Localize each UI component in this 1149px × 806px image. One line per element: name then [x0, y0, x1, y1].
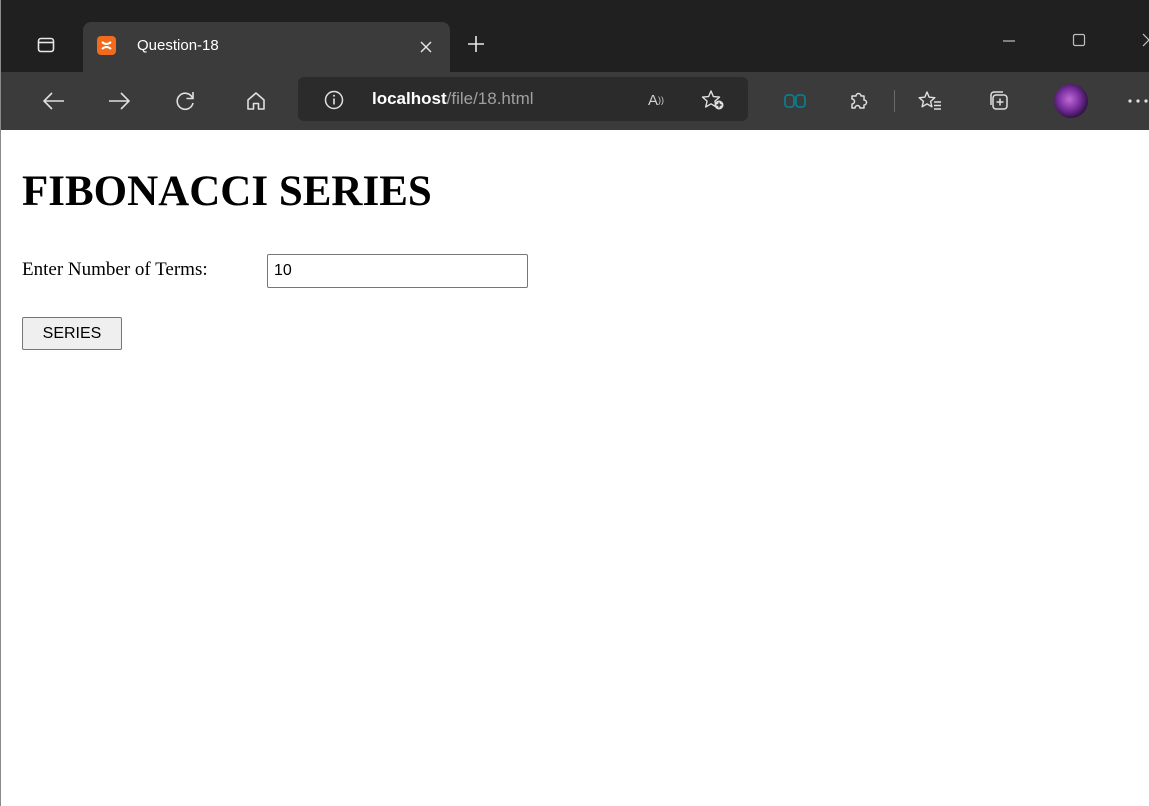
immersive-reader-icon[interactable]: [780, 86, 810, 116]
plus-icon: [468, 36, 484, 52]
title-bar: Question-18: [1, 0, 1149, 72]
more-options-icon[interactable]: [1123, 86, 1149, 116]
page-heading: FIBONACCI SERIES: [22, 168, 432, 215]
browser-tab[interactable]: Question-18: [83, 22, 450, 72]
series-button[interactable]: SERIES: [22, 317, 122, 350]
forward-arrow-icon: [109, 92, 130, 110]
tab-close-button[interactable]: [413, 34, 439, 60]
add-favorite-icon[interactable]: [698, 87, 728, 113]
tab-actions-icon: [37, 37, 55, 53]
tab-actions-button[interactable]: [27, 30, 65, 60]
home-button[interactable]: [241, 86, 271, 116]
extensions-icon[interactable]: [843, 86, 873, 116]
site-info-icon[interactable]: [322, 88, 346, 112]
refresh-icon: [176, 92, 194, 111]
profile-avatar[interactable]: [1054, 84, 1088, 118]
refresh-button[interactable]: [170, 86, 200, 116]
terms-input[interactable]: [267, 254, 528, 288]
toolbar-separator: [894, 90, 895, 112]
minimize-icon: [1003, 40, 1015, 42]
xampp-icon: [97, 36, 116, 55]
browser-window: Question-18 localhost/file/18.html A)) …: [0, 0, 1149, 806]
forward-button[interactable]: [104, 86, 134, 116]
page-content: FIBONACCI SERIES Enter Number of Terms: …: [1, 130, 1149, 806]
minimize-button[interactable]: [987, 26, 1031, 54]
maximize-button[interactable]: [1057, 26, 1101, 54]
terms-label: Enter Number of Terms:: [22, 259, 208, 280]
address-url[interactable]: localhost/file/18.html: [372, 89, 534, 109]
home-icon: [247, 92, 265, 110]
address-path: /file/18.html: [446, 89, 534, 108]
address-host: localhost: [372, 89, 447, 108]
close-icon: [1142, 33, 1149, 47]
navigation-toolbar: localhost/file/18.html A)): [1, 72, 1149, 130]
favorites-icon[interactable]: [915, 86, 945, 116]
address-bar[interactable]: localhost/file/18.html A)): [298, 77, 748, 121]
back-button[interactable]: [39, 86, 69, 116]
new-tab-button[interactable]: [462, 30, 490, 58]
back-arrow-icon: [43, 92, 64, 110]
read-aloud-icon[interactable]: A)): [643, 88, 669, 112]
maximize-icon: [1072, 33, 1086, 47]
window-close-button[interactable]: [1127, 26, 1149, 54]
tab-title: Question-18: [137, 37, 219, 54]
collections-icon[interactable]: [984, 86, 1014, 116]
close-icon: [420, 41, 432, 53]
